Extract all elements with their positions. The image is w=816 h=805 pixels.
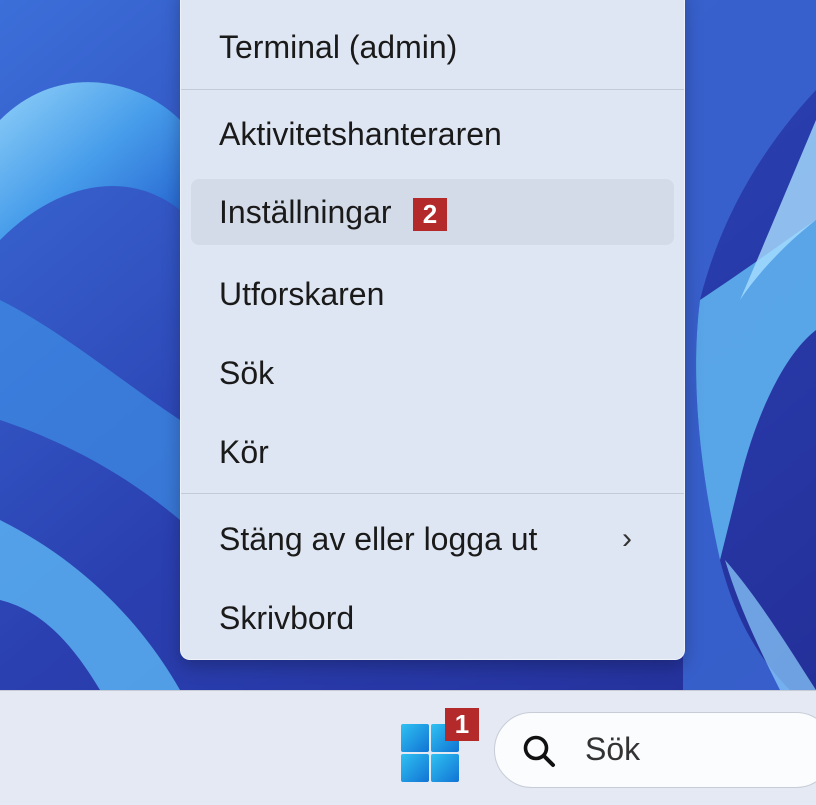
menu-item-label: Stäng av eller logga ut xyxy=(219,521,538,557)
menu-item-label: Skrivbord xyxy=(219,600,355,636)
menu-item-shutdown-signout[interactable]: Stäng av eller logga ut › xyxy=(191,506,674,572)
menu-item-label: Terminal (admin) xyxy=(219,29,458,65)
taskbar-search-box[interactable]: Sök xyxy=(494,712,816,788)
chevron-right-icon: › xyxy=(622,522,632,555)
menu-item-label: Inställningar xyxy=(219,194,392,230)
callout-badge-settings: 2 xyxy=(413,198,447,231)
search-icon xyxy=(523,735,555,767)
menu-item-file-explorer[interactable]: Utforskaren xyxy=(191,261,674,327)
menu-item-label: Aktivitetshanteraren xyxy=(219,116,502,152)
menu-item-terminal-admin[interactable]: Terminal (admin) xyxy=(191,14,674,80)
menu-item-label: Kör xyxy=(219,434,269,470)
search-placeholder: Sök xyxy=(585,731,641,767)
menu-item-label: Utforskaren xyxy=(219,276,385,312)
menu-item-run[interactable]: Kör xyxy=(191,419,674,485)
callout-badge-start: 1 xyxy=(445,708,479,741)
start-context-menu: Terminal (admin) Aktivitetshanteraren In… xyxy=(180,0,685,660)
menu-separator xyxy=(181,493,684,494)
menu-item-task-manager[interactable]: Aktivitetshanteraren xyxy=(191,101,674,167)
menu-separator xyxy=(181,89,684,90)
menu-item-label: Sök xyxy=(219,355,275,391)
menu-item-desktop[interactable]: Skrivbord xyxy=(191,585,674,651)
menu-item-search[interactable]: Sök xyxy=(191,340,674,406)
